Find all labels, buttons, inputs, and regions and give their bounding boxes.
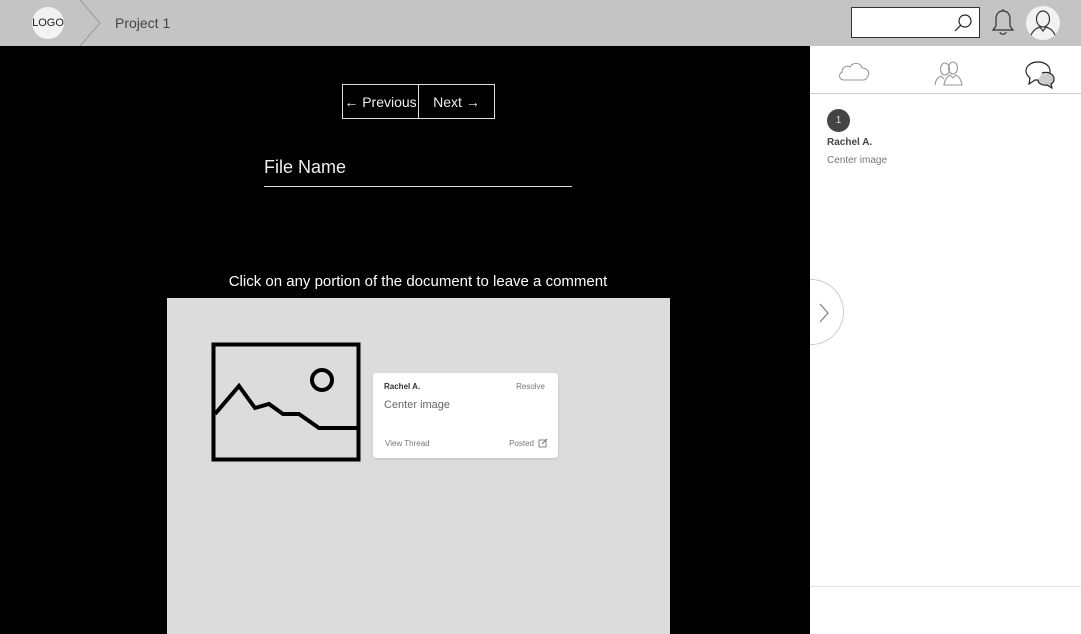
cloud-icon[interactable] [836,59,872,83]
pager: ← Previous Next → [342,84,495,119]
panel-divider [810,586,1081,587]
breadcrumb-chevron-icon [79,0,101,46]
comment-card[interactable]: Rachel A. Resolve Center image View Thre… [373,373,558,458]
panel-comment-text: Center image [827,155,888,166]
search-input[interactable] [856,12,948,33]
view-thread-link[interactable]: View Thread [385,439,430,448]
chevron-right-icon [819,303,829,323]
logo[interactable]: LOGO [32,7,64,39]
file-name-field[interactable]: File Name [264,157,572,187]
search-box[interactable] [851,7,980,38]
top-bar: LOGO Project 1 [0,0,1081,46]
notification-bell-icon[interactable] [990,8,1016,38]
search-icon[interactable] [953,13,973,33]
comment-hint: Click on any portion of the document to … [228,273,608,290]
users-icon[interactable] [933,59,965,87]
comments-panel: 1 Rachel A. Center image [810,46,1081,634]
comment-author: Rachel A. [384,382,421,391]
resolve-link[interactable]: Resolve [516,382,545,391]
previous-button[interactable]: ← Previous [343,85,418,118]
breadcrumb-project[interactable]: Project 1 [115,15,170,31]
comment-text: Center image [384,399,451,411]
document-canvas[interactable]: Rachel A. Resolve Center image View Thre… [167,298,670,634]
comment-number-badge[interactable]: 1 [827,109,850,132]
comment-status: Posted [509,439,534,448]
next-button[interactable]: Next → [418,85,494,118]
avatar[interactable] [1026,6,1060,40]
panel-tabs [810,46,1081,94]
image-placeholder-icon[interactable] [211,342,361,462]
comments-icon[interactable] [1024,59,1056,89]
user-avatar-icon [1029,10,1057,39]
edit-icon[interactable] [538,438,548,448]
panel-comment-author: Rachel A. [827,137,873,148]
